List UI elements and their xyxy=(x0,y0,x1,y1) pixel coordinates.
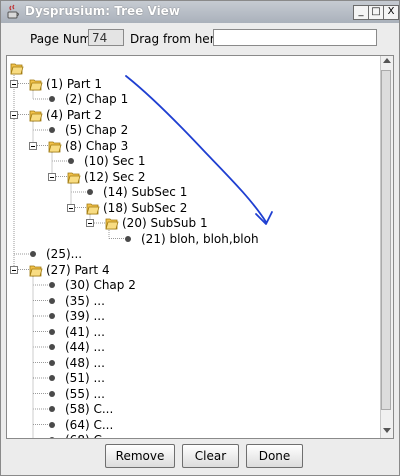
hand-drawn-arrow-annotation xyxy=(125,75,273,225)
